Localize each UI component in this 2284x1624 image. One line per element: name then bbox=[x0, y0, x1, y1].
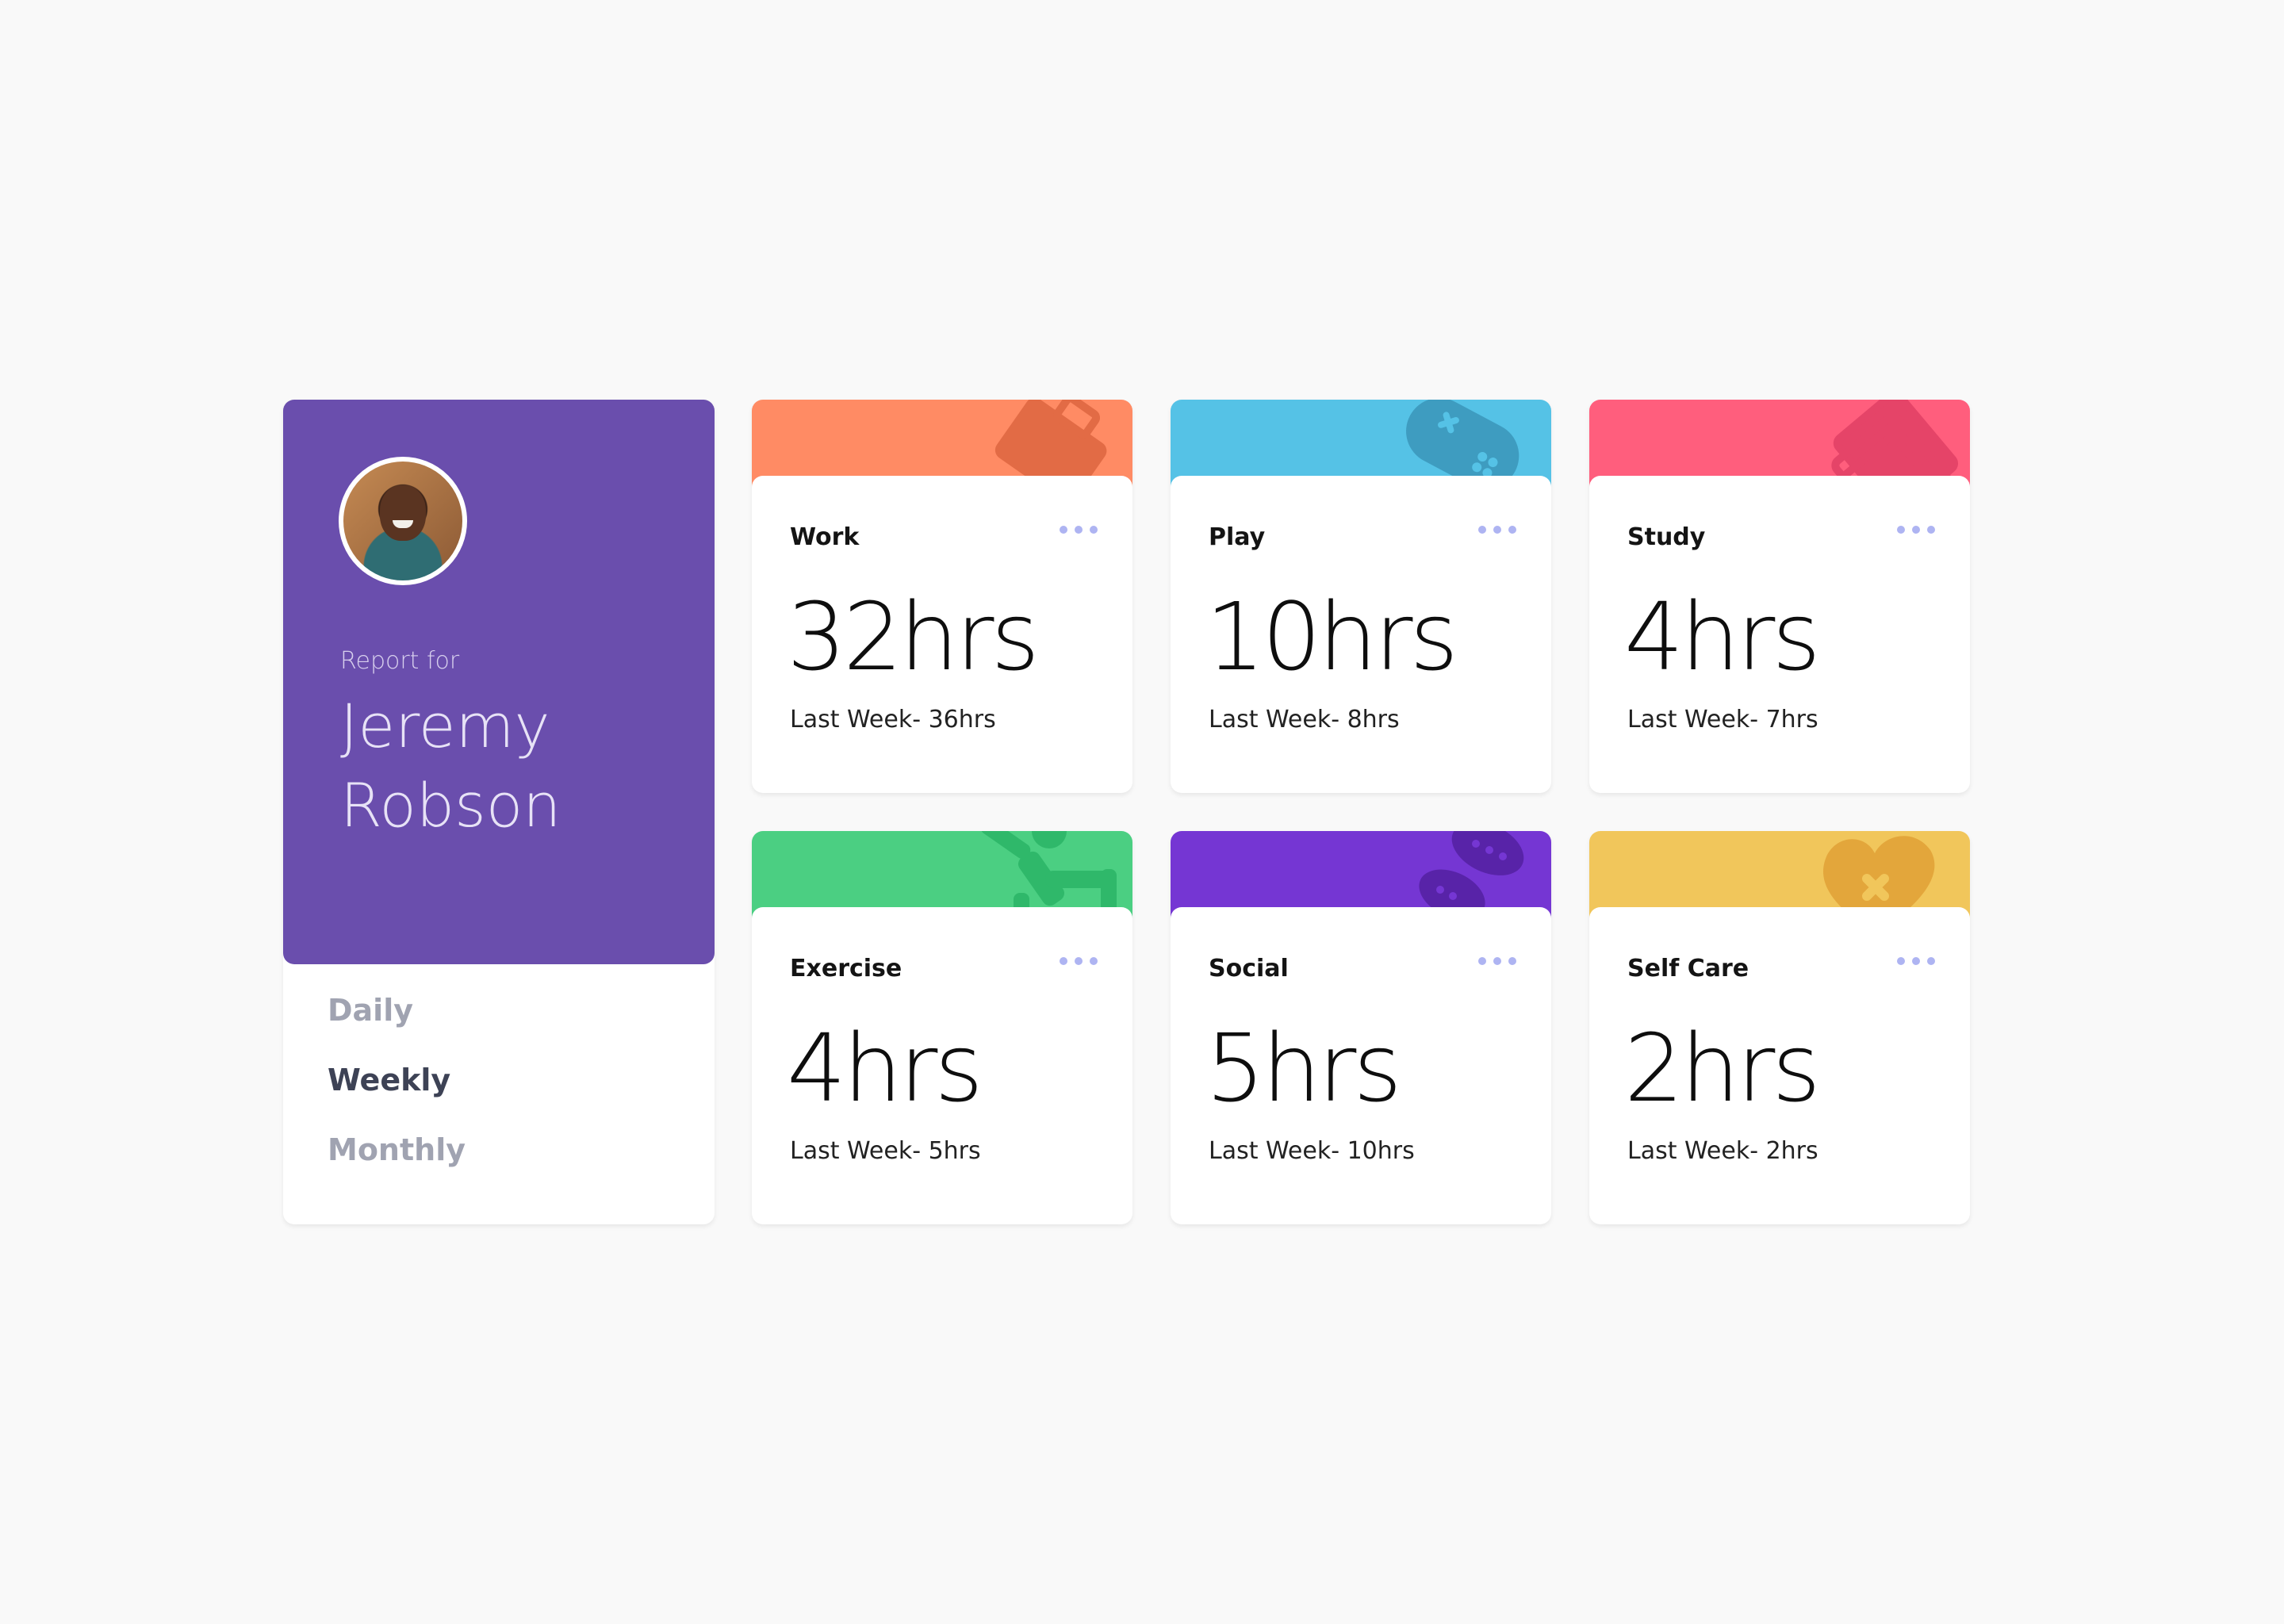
avatar bbox=[339, 457, 467, 585]
card-title: Study bbox=[1627, 523, 1706, 551]
card-body-exercise: Exercise 4hrs Last Week- 5hrs bbox=[752, 907, 1132, 1224]
profile-header: Report for Jeremy Robson bbox=[283, 400, 715, 964]
more-options-icon[interactable] bbox=[1060, 522, 1098, 538]
more-options-icon[interactable] bbox=[1478, 953, 1516, 969]
current-hours: 4hrs bbox=[787, 1013, 983, 1123]
card-title: Self Care bbox=[1627, 955, 1749, 982]
period-monthly[interactable]: Monthly bbox=[328, 1132, 466, 1167]
period-daily[interactable]: Daily bbox=[328, 993, 413, 1028]
card-body-study: Study 4hrs Last Week- 7hrs bbox=[1589, 476, 1970, 793]
previous-hours: Last Week- 36hrs bbox=[790, 706, 996, 733]
card-play: Play 10hrs Last Week- 8hrs bbox=[1171, 400, 1551, 793]
previous-hours: Last Week- 7hrs bbox=[1627, 706, 1818, 733]
current-hours: 4hrs bbox=[1624, 582, 1821, 691]
previous-hours: Last Week- 2hrs bbox=[1627, 1137, 1818, 1165]
previous-hours: Last Week- 8hrs bbox=[1209, 706, 1400, 733]
card-self-care: Self Care 2hrs Last Week- 2hrs bbox=[1589, 831, 1970, 1224]
card-study: Study 4hrs Last Week- 7hrs bbox=[1589, 400, 1970, 793]
more-options-icon[interactable] bbox=[1478, 522, 1516, 538]
more-options-icon[interactable] bbox=[1897, 522, 1935, 538]
report-for-label: Report for bbox=[340, 647, 460, 675]
card-title: Social bbox=[1209, 955, 1289, 982]
previous-hours: Last Week- 5hrs bbox=[790, 1137, 981, 1165]
more-options-icon[interactable] bbox=[1060, 953, 1098, 969]
card-title: Exercise bbox=[790, 955, 902, 982]
user-name: Jeremy Robson bbox=[340, 691, 561, 841]
card-title: Play bbox=[1209, 523, 1266, 551]
card-work: Work 32hrs Last Week- 36hrs bbox=[752, 400, 1132, 793]
card-title: Work bbox=[790, 523, 860, 551]
previous-hours: Last Week- 10hrs bbox=[1209, 1137, 1415, 1165]
profile-card: Report for Jeremy Robson Daily Weekly Mo… bbox=[283, 400, 715, 1224]
card-body-self-care: Self Care 2hrs Last Week- 2hrs bbox=[1589, 907, 1970, 1224]
current-hours: 2hrs bbox=[1624, 1013, 1821, 1123]
card-body-work: Work 32hrs Last Week- 36hrs bbox=[752, 476, 1132, 793]
card-body-social: Social 5hrs Last Week- 10hrs bbox=[1171, 907, 1551, 1224]
current-hours: 10hrs bbox=[1205, 582, 1458, 691]
card-exercise: Exercise 4hrs Last Week- 5hrs bbox=[752, 831, 1132, 1224]
more-options-icon[interactable] bbox=[1897, 953, 1935, 969]
card-social: Social 5hrs Last Week- 10hrs bbox=[1171, 831, 1551, 1224]
current-hours: 5hrs bbox=[1205, 1013, 1402, 1123]
current-hours: 32hrs bbox=[787, 582, 1040, 691]
time-tracking-dashboard: Report for Jeremy Robson Daily Weekly Mo… bbox=[283, 400, 1970, 1224]
card-body-play: Play 10hrs Last Week- 8hrs bbox=[1171, 476, 1551, 793]
period-weekly[interactable]: Weekly bbox=[328, 1063, 450, 1097]
